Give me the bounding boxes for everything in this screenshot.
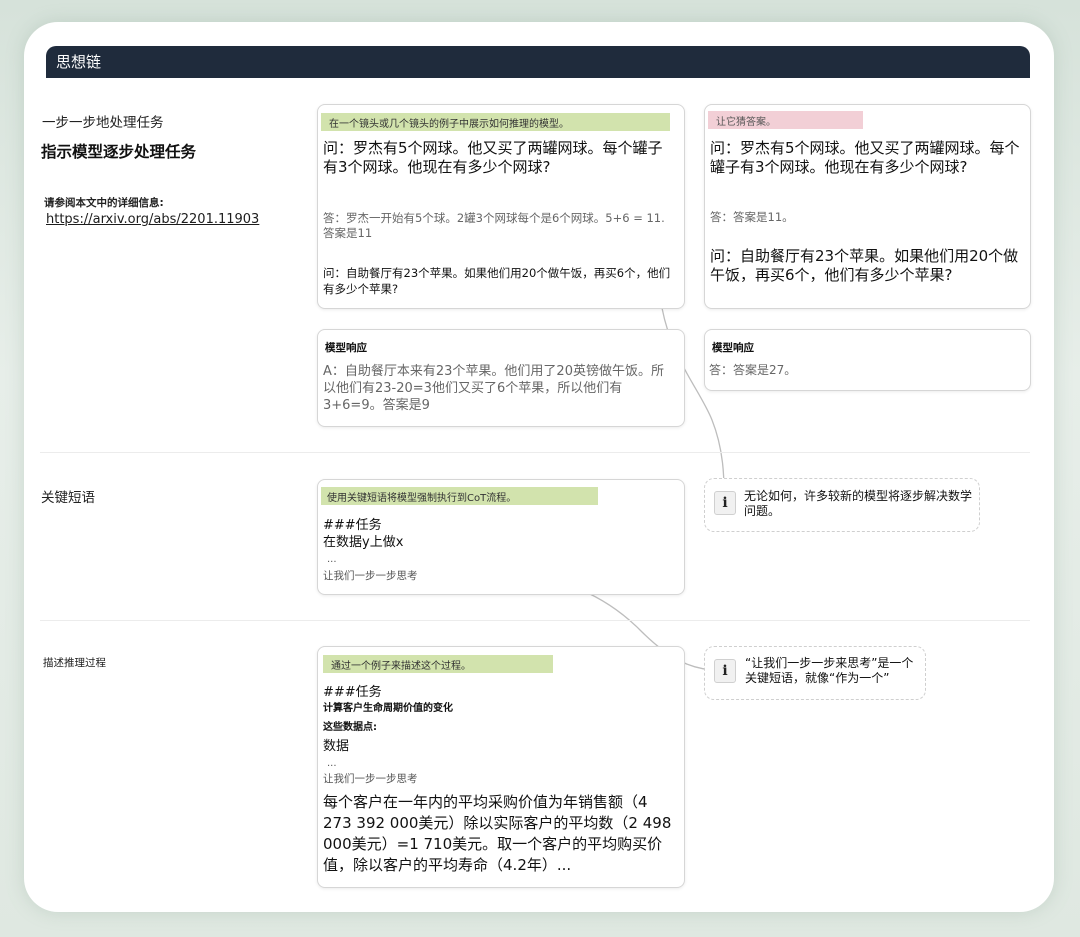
describe-process-result: 每个客户在一年内的平均采购价值为年销售额（4 273 392 000美元）除以实…: [323, 793, 672, 874]
key-phrase-think: 让我们一步一步思考: [323, 570, 418, 582]
describe-process-highlight: 通过一个例子来描述这个过程。: [323, 655, 553, 673]
reference-link[interactable]: https://arxiv.org/abs/2201.11903: [46, 212, 259, 227]
model-response-left-box: 模型响应 A：自助餐厅本来有23个苹果。他们用了20英镑做午饭。所以他们有23-…: [317, 329, 685, 427]
model-response-right-text: 答：答案是27。: [709, 363, 797, 377]
describe-process-think: 让我们一步一步思考: [323, 773, 418, 785]
guess-question-1: 问：罗杰有5个网球。他又买了两罐网球。每个罐子有3个网球。他现在有多少个网球?: [710, 139, 1020, 176]
few-shot-answer-1: 答：罗杰一开始有5个球。2罐3个网球每个是6个网球。5+6 = 11. 答案是1…: [323, 211, 665, 240]
few-shot-highlight: 在一个镜头或几个镜头的例子中展示如何推理的模型。: [321, 113, 670, 131]
guess-highlight: 让它猜答案。: [708, 111, 863, 129]
describe-process-points: 这些数据点:: [323, 722, 377, 733]
model-response-right-box: 模型响应 答：答案是27。: [704, 329, 1031, 391]
info-icon: i: [714, 491, 736, 515]
section-divider-2: [40, 620, 1030, 621]
few-shot-prompt-box: 在一个镜头或几个镜头的例子中展示如何推理的模型。 问：罗杰有5个网球。他又买了两…: [317, 104, 685, 309]
describe-process-dots: ...: [327, 758, 337, 769]
section-divider-1: [40, 452, 1030, 453]
key-phrase-highlight: 使用关键短语将模型强制执行到CoT流程。: [321, 487, 598, 505]
info-note-2: i “让我们一步一步来思考”是一个关键短语，就像“作为一个”: [704, 646, 926, 700]
section1-label: 一步一步地处理任务: [42, 115, 164, 131]
guess-prompt-box: 让它猜答案。 问：罗杰有5个网球。他又买了两罐网球。每个罐子有3个网球。他现在有…: [704, 104, 1031, 309]
key-phrase-dots: ...: [327, 554, 337, 565]
model-response-left-text: A：自助餐厅本来有23个苹果。他们用了20英镑做午饭。所以他们有23-20=3他…: [323, 364, 664, 413]
section3-label: 描述推理过程: [43, 657, 106, 669]
model-response-left-label: 模型响应: [325, 342, 367, 354]
key-phrase-box: 使用关键短语将模型强制执行到CoT流程。 ###任务 在数据y上做x ... 让…: [317, 479, 685, 595]
few-shot-question-2: 问：自助餐厅有23个苹果。如果他们用20个做午饭，再买6个，他们有多少个苹果?: [323, 266, 671, 296]
few-shot-question-1: 问：罗杰有5个网球。他又买了两罐网球。每个罐子有3个网球。他现在有多少个网球?: [323, 139, 663, 176]
info-icon: i: [714, 659, 736, 683]
describe-process-task: ###任务: [323, 685, 382, 700]
key-phrase-do: 在数据y上做x: [323, 535, 404, 550]
info-note-2-text: “让我们一步一步来思考”是一个关键短语，就像“作为一个”: [745, 656, 914, 685]
info-note-1-text: 无论如何，许多较新的模型将逐步解决数学问题。: [744, 489, 973, 518]
describe-process-data: 数据: [323, 739, 350, 754]
guess-question-2: 问：自助餐厅有23个苹果。如果他们用20个做午饭，再买6个，他们有多少个苹果?: [710, 247, 1019, 284]
reference-label: 请参阅本文中的详细信息:: [44, 197, 164, 209]
section2-label: 关键短语: [41, 490, 95, 506]
describe-process-subtitle: 计算客户生命周期价值的变化: [323, 703, 453, 714]
info-note-1: i 无论如何，许多较新的模型将逐步解决数学问题。: [704, 478, 980, 532]
section1-title: 指示模型逐步处理任务: [41, 143, 197, 161]
model-response-right-label: 模型响应: [712, 342, 754, 354]
guess-answer-1: 答：答案是11。: [710, 210, 794, 224]
describe-process-box: 通过一个例子来描述这个过程。 ###任务 计算客户生命周期价值的变化 这些数据点…: [317, 646, 685, 888]
